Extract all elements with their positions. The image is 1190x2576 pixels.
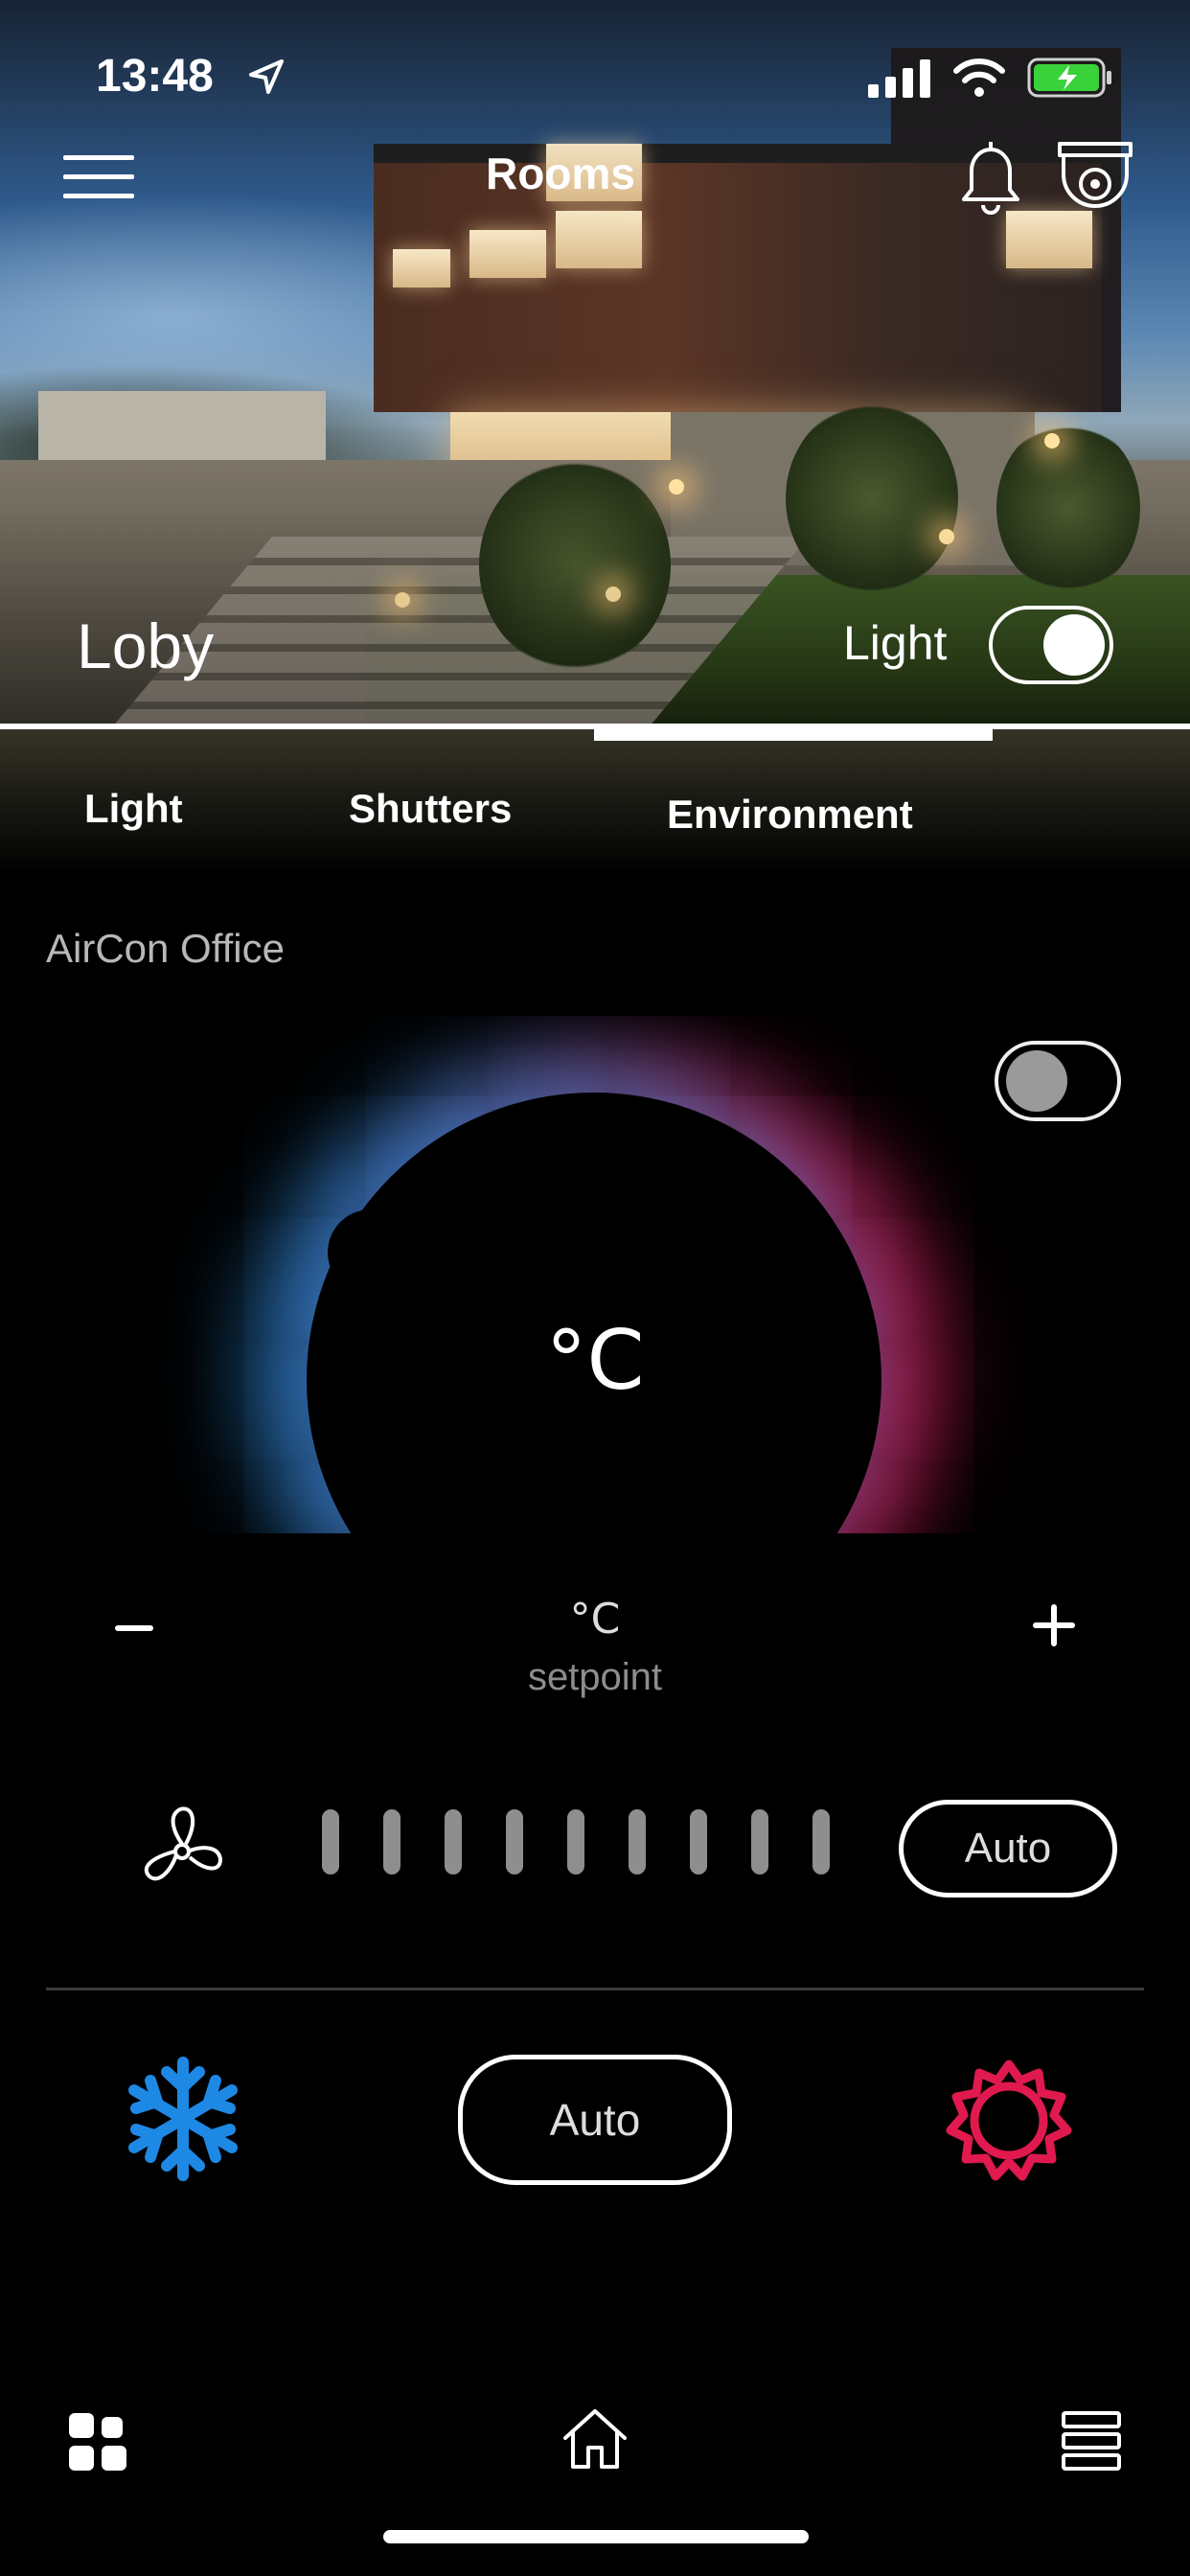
fan-speed-bar[interactable]	[322, 1809, 339, 1874]
security-camera-icon[interactable]	[1054, 136, 1136, 217]
tab-environment[interactable]: Environment	[667, 792, 913, 838]
tab-light[interactable]: Light	[84, 786, 183, 832]
increase-setpoint-button[interactable]	[1025, 1597, 1083, 1654]
fan-speed-selector[interactable]	[322, 1809, 830, 1874]
fan-speed-bar[interactable]	[812, 1809, 830, 1874]
fan-icon	[144, 1806, 222, 1881]
fan-speed-bar[interactable]	[506, 1809, 523, 1874]
room-light-toggle[interactable]	[989, 606, 1113, 684]
mode-auto-button[interactable]: Auto	[458, 2055, 732, 2185]
wifi-icon	[953, 58, 1005, 97]
device-name: AirCon Office	[46, 926, 285, 971]
setpoint-label: setpoint	[527, 1656, 663, 1698]
cellular-signal-icon	[868, 59, 930, 98]
fan-speed-bar[interactable]	[751, 1809, 768, 1874]
tab-shutters[interactable]: Shutters	[349, 786, 512, 832]
dial-handle[interactable]	[328, 1209, 414, 1296]
setpoint-unit: °C	[569, 1595, 621, 1644]
current-temperature-unit: °C	[545, 1313, 645, 1409]
fan-speed-bar[interactable]	[567, 1809, 584, 1874]
snowflake-icon[interactable]	[119, 2055, 247, 2183]
toggle-knob	[1043, 614, 1105, 676]
active-tab-indicator	[594, 729, 993, 741]
fan-speed-bar[interactable]	[690, 1809, 707, 1874]
grid-icon[interactable]	[69, 2413, 128, 2472]
sun-icon[interactable]	[945, 2057, 1073, 2185]
room-light-label: Light	[843, 616, 948, 670]
temperature-dial[interactable]	[0, 1016, 1190, 1533]
fan-speed-bar[interactable]	[445, 1809, 462, 1874]
battery-icon	[1027, 58, 1111, 98]
section-divider	[46, 1988, 1144, 1990]
fan-speed-bar[interactable]	[629, 1809, 646, 1874]
location-arrow-icon	[249, 59, 284, 94]
room-name: Loby	[77, 610, 215, 681]
list-icon[interactable]	[1062, 2411, 1121, 2471]
clock: 13:48	[96, 51, 214, 102]
fan-auto-button[interactable]: Auto	[899, 1800, 1117, 1898]
status-bar: 13:48	[0, 0, 1190, 144]
home-icon[interactable]	[561, 2407, 629, 2471]
bell-icon[interactable]	[950, 136, 1031, 217]
home-indicator	[383, 2530, 809, 2543]
fan-speed-bar[interactable]	[383, 1809, 400, 1874]
